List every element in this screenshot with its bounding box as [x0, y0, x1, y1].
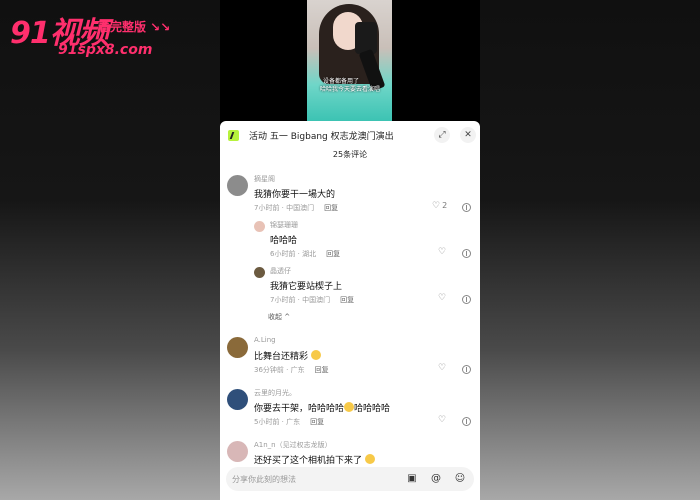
reply-button[interactable]: 回复 [326, 250, 340, 258]
image-icon[interactable]: ▣ [406, 473, 418, 485]
watermark-logo: 91视频 看完整版 ↘↘ 91spx8.com [10, 10, 185, 60]
watermark-url: 91spx8.com [58, 42, 153, 58]
reply-button[interactable]: 回复 [340, 296, 354, 304]
dislike-icon[interactable] [462, 365, 471, 374]
sheet-title[interactable]: 活动 五一 Bigbang 权志龙澳门演出 [249, 129, 394, 142]
avatar[interactable] [254, 267, 265, 278]
background-left [0, 0, 220, 500]
heart-icon: ♡ [438, 415, 447, 425]
comment-text: 我猜它要站楔子上 [270, 282, 343, 292]
camera-object [355, 22, 377, 54]
comment-text: 你要去干架，哈哈哈哈 哈哈哈哈 [254, 401, 390, 414]
comment-username[interactable]: A.Ling [254, 336, 276, 344]
comment-input-bar: ▣ @ ☺ [220, 465, 480, 500]
watermark-slogan: 看完整版 ↘↘ [98, 20, 171, 34]
comment-input-box: ▣ @ ☺ [226, 467, 474, 491]
comment-time: 6小时前 · 湖北 [270, 250, 317, 258]
avatar[interactable] [227, 175, 248, 196]
sheet-header: 活动 五一 Bigbang 权志龙澳门演出 ⤢ ✕ [220, 121, 480, 147]
at-mention-icon[interactable]: @ [430, 473, 442, 485]
smile-emoji-icon [364, 454, 375, 464]
comment-meta: 7小时前 · 中国澳门 回复 [254, 203, 338, 213]
like-button[interactable]: ♡ [438, 363, 446, 373]
comment-meta: 6小时前 · 湖北 回复 [270, 249, 340, 259]
comment-username[interactable]: A1n_n（见过权志龙版） [254, 440, 332, 450]
comment-username[interactable]: 晶透仔 [270, 266, 291, 276]
comments-sheet: 活动 五一 Bigbang 权志龙澳门演出 ⤢ ✕ 25条评论 摘星阁 我猜你要… [220, 121, 480, 500]
reply-button[interactable]: 回复 [310, 418, 324, 426]
like-button[interactable]: ♡ 2 [432, 201, 447, 211]
avatar[interactable] [227, 441, 248, 462]
comment-time: 5小时前 · 广东 [254, 418, 301, 426]
video-frame: 设备都备用了 哈哈我今天要去看演唱 [307, 0, 392, 121]
dislike-icon[interactable] [462, 249, 471, 258]
comment-time: 36分钟前 · 广东 [254, 366, 305, 374]
dislike-icon[interactable] [462, 417, 471, 426]
collapse-replies-button[interactable]: 收起 ^ [268, 312, 290, 322]
video-subtitle-2: 哈哈我今天要去看演唱 [320, 86, 381, 93]
dislike-icon[interactable] [462, 295, 471, 304]
thinking-emoji-icon [310, 350, 321, 360]
video-player[interactable]: 设备都备用了 哈哈我今天要去看演唱 [220, 0, 480, 121]
like-button[interactable]: ♡ [438, 415, 446, 425]
comment-meta: 7小时前 · 中国澳门 回复 [270, 295, 354, 305]
comment-username[interactable]: 锦瑟珊珊 [270, 220, 298, 230]
activity-logo-icon [228, 130, 239, 141]
comment-text: 比舞台还精彩 [254, 349, 321, 362]
like-count: 2 [442, 201, 448, 210]
dislike-icon[interactable] [462, 203, 471, 212]
comment-text-content: 比舞台还精彩 [254, 352, 309, 362]
comment-text: 我猜你要干一場大的 [254, 190, 336, 200]
comment-time: 7小时前 · 中国澳门 [270, 296, 331, 304]
comment-time: 7小时前 · 中国澳门 [254, 204, 315, 212]
comment-meta: 5小时前 · 广东 回复 [254, 417, 324, 427]
heart-icon: ♡ [438, 363, 447, 373]
like-button[interactable]: ♡ [438, 293, 446, 303]
like-button[interactable]: ♡ [438, 247, 446, 257]
comment-text-part-b: 哈哈哈哈 [354, 404, 391, 414]
avatar[interactable] [227, 389, 248, 410]
emoji-icon[interactable]: ☺ [454, 473, 466, 485]
comment-input[interactable] [232, 471, 392, 487]
comment-username[interactable]: 云里的月光。 [254, 388, 296, 398]
comment-count: 25条评论 [332, 150, 368, 159]
comment-username[interactable]: 摘星阁 [254, 174, 275, 184]
avatar[interactable] [227, 337, 248, 358]
avatar[interactable] [254, 221, 265, 232]
heart-icon: ♡ [438, 247, 447, 257]
expand-icon[interactable]: ⤢ [434, 127, 450, 143]
heart-icon: ♡ [438, 293, 447, 303]
heart-icon: ♡ [432, 201, 441, 211]
comment-meta: 36分钟前 · 广东 回复 [254, 365, 329, 375]
close-icon[interactable]: ✕ [460, 127, 476, 143]
reply-button[interactable]: 回复 [315, 366, 329, 374]
reply-button[interactable]: 回复 [324, 204, 338, 212]
background-right [480, 0, 700, 500]
phone-screen: 设备都备用了 哈哈我今天要去看演唱 活动 五一 Bigbang 权志龙澳门演出 … [220, 0, 480, 500]
comment-text: 哈哈哈 [270, 236, 298, 246]
comment-text-part-a: 你要去干架，哈哈哈哈 [254, 404, 345, 414]
laughing-emoji-icon [344, 402, 355, 412]
